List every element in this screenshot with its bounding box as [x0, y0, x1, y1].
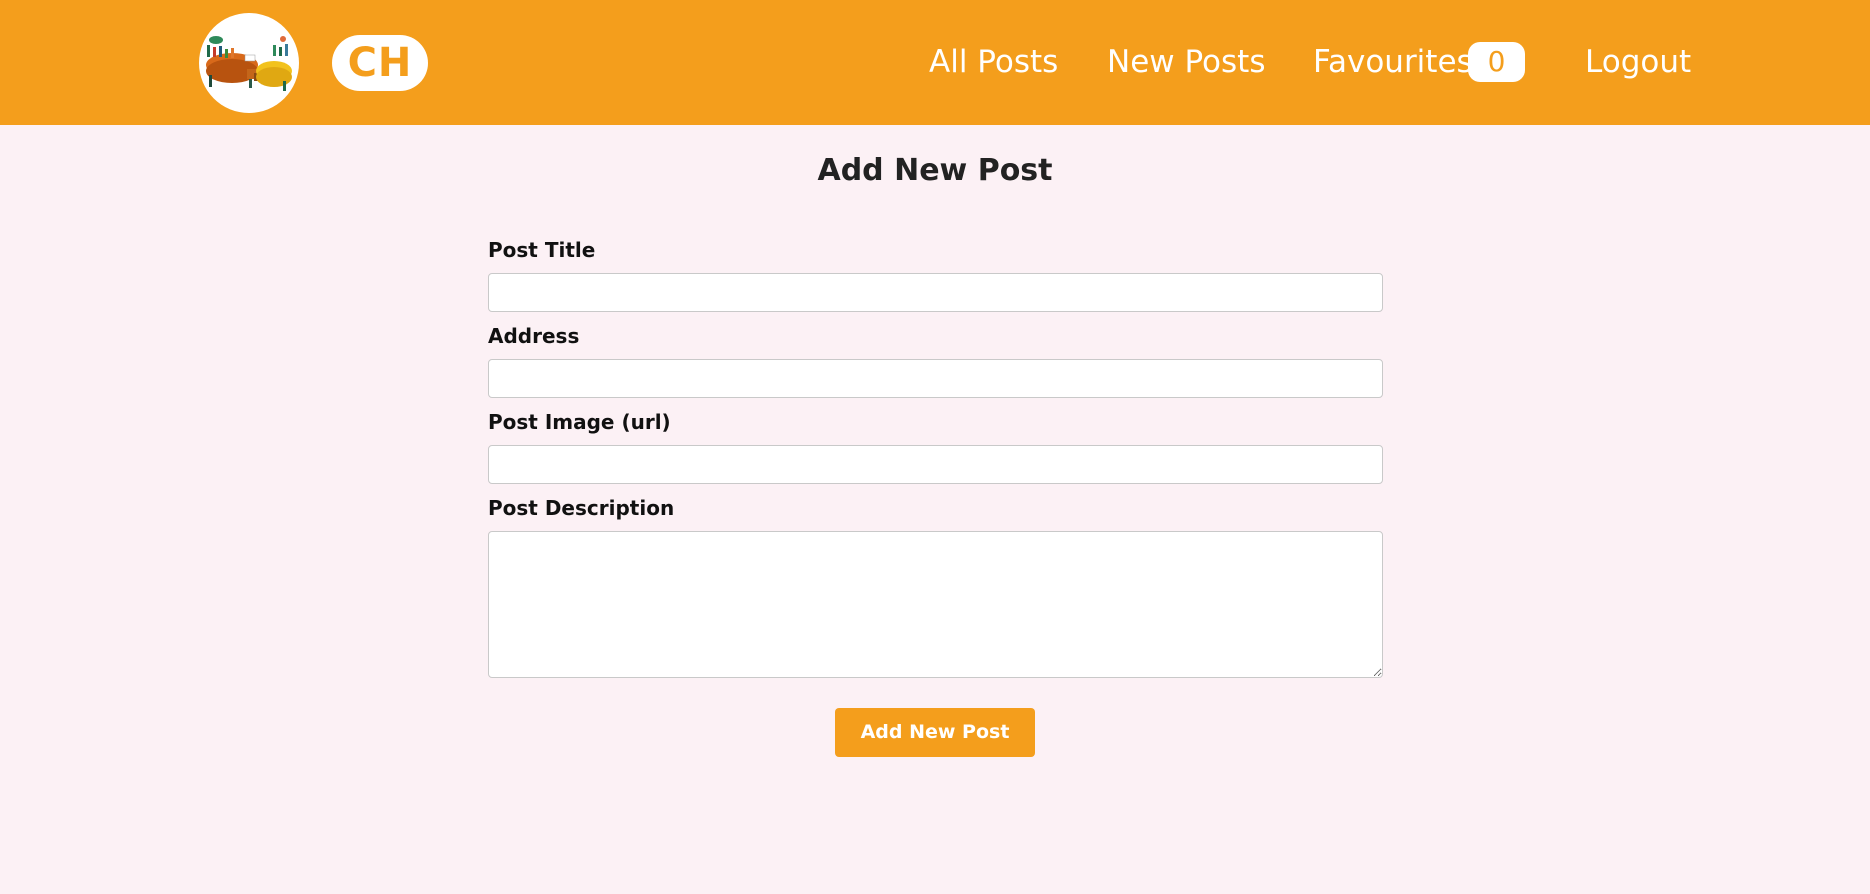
add-new-post-button[interactable]: Add New Post	[835, 708, 1035, 757]
post-description-textarea[interactable]	[488, 531, 1383, 678]
nav-all-posts-link[interactable]: All Posts	[929, 40, 1058, 84]
post-image-url-input[interactable]	[488, 445, 1383, 484]
community-logo-icon[interactable]	[199, 13, 299, 113]
nav-favourites-link[interactable]: Favourites	[1313, 40, 1473, 84]
address-input[interactable]	[488, 359, 1383, 398]
post-image-label: Post Image (url)	[488, 410, 671, 434]
address-label: Address	[488, 324, 580, 348]
post-description-label: Post Description	[488, 496, 675, 520]
favourites-count-badge: 0	[1468, 42, 1525, 82]
brand-logo[interactable]: CH	[332, 35, 428, 91]
post-title-label: Post Title	[488, 238, 596, 262]
nav-logout-link[interactable]: Logout	[1585, 40, 1691, 84]
top-navbar: CH All Posts New Posts Favourites 0 Logo…	[0, 0, 1870, 125]
nav-new-posts-link[interactable]: New Posts	[1107, 40, 1265, 84]
page-title: Add New Post	[817, 153, 1053, 188]
post-title-input[interactable]	[488, 273, 1383, 312]
